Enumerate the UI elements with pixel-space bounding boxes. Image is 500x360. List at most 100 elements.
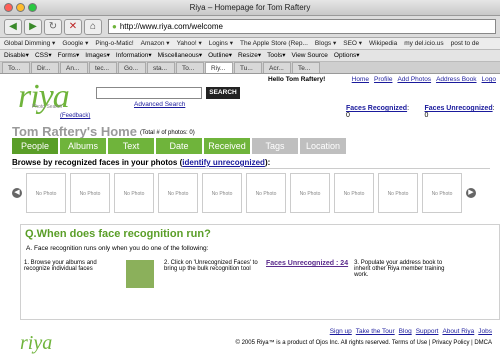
- browser-tab[interactable]: An...: [60, 62, 88, 73]
- faces-unrecognized-link[interactable]: Faces Unrecognized: [425, 105, 493, 112]
- bookmark-item[interactable]: The Apple Store (Rep...: [240, 38, 308, 49]
- faq-question: Q.When does face recognition run?: [25, 228, 211, 240]
- browser-tab[interactable]: tec...: [89, 62, 117, 73]
- bookmark-item[interactable]: post to de: [451, 38, 480, 49]
- toolbar-item[interactable]: Forms▾: [58, 50, 80, 61]
- tour-link[interactable]: Take the Tour: [356, 328, 395, 335]
- toolbar-item[interactable]: Tools▾: [267, 50, 285, 61]
- home-button[interactable]: ⌂: [84, 18, 102, 35]
- toolbar-item[interactable]: Images▾: [85, 50, 110, 61]
- photo-placeholder[interactable]: No Photo: [114, 172, 154, 213]
- add-photos-link[interactable]: Add Photos: [397, 76, 431, 83]
- bookmark-item[interactable]: Global Dimming ▾: [4, 38, 55, 49]
- browser-tab[interactable]: sta...: [147, 62, 175, 73]
- photo-placeholder[interactable]: No Photo: [246, 172, 286, 213]
- address-bar[interactable]: ● http://www.riya.com/welcome: [108, 19, 496, 34]
- minimize-icon[interactable]: [16, 3, 25, 12]
- browser-tab[interactable]: Go...: [118, 62, 146, 73]
- about-link[interactable]: About Riya: [442, 328, 474, 335]
- profile-link[interactable]: Profile: [374, 76, 392, 83]
- photo-placeholder[interactable]: No Photo: [290, 172, 330, 213]
- faq-steps: 1. Browse your albums and recognize indi…: [24, 260, 450, 288]
- tab-location[interactable]: Location: [300, 138, 346, 154]
- jobs-link[interactable]: Jobs: [478, 328, 492, 335]
- browser-tab[interactable]: To...: [176, 62, 204, 73]
- stop-button[interactable]: ✕: [64, 18, 82, 35]
- feedback-link[interactable]: (Feedback): [60, 113, 90, 119]
- support-link[interactable]: Support: [416, 328, 439, 335]
- logo-tagline: Photo Search: [32, 104, 63, 110]
- baby-photo-thumbnail: [126, 260, 154, 288]
- riya-logo[interactable]: riya: [18, 78, 70, 116]
- advanced-search-link[interactable]: Advanced Search: [134, 101, 185, 108]
- search-input[interactable]: [96, 87, 202, 99]
- back-button[interactable]: ◀: [4, 18, 22, 35]
- bookmark-item[interactable]: Logins ▾: [209, 38, 233, 49]
- bookmark-item[interactable]: Wikipedia: [369, 38, 397, 49]
- toolbar-item[interactable]: Outline▾: [208, 50, 232, 61]
- browser-tab-active[interactable]: Riy...: [205, 62, 233, 73]
- photo-placeholder[interactable]: No Photo: [334, 172, 374, 213]
- bookmark-item[interactable]: Yahoo! ▾: [177, 38, 202, 49]
- photo-strip: ◀ No Photo No Photo No Photo No Photo No…: [12, 168, 490, 216]
- toolbar-item[interactable]: Miscellaneous▾: [158, 50, 202, 61]
- tab-received[interactable]: Received: [204, 138, 250, 154]
- identify-unrecognized-link[interactable]: identify unrecognized: [182, 158, 265, 167]
- reload-button[interactable]: ↻: [44, 18, 62, 35]
- greeting: Hello Tom Raftery!: [268, 76, 326, 83]
- top-links: Home Profile Add Photos Address Book Log…: [352, 76, 496, 83]
- zoom-icon[interactable]: [28, 3, 37, 12]
- photo-placeholder[interactable]: No Photo: [70, 172, 110, 213]
- blog-link[interactable]: Blog: [399, 328, 412, 335]
- bookmark-item[interactable]: SEO ▾: [343, 38, 362, 49]
- browser-tab[interactable]: Acr...: [263, 62, 291, 73]
- logout-link[interactable]: Logo: [482, 76, 496, 83]
- photo-placeholder[interactable]: No Photo: [202, 172, 242, 213]
- window-controls[interactable]: [4, 3, 37, 12]
- photo-placeholder[interactable]: No Photo: [158, 172, 198, 213]
- footer-logo: riya: [20, 332, 53, 354]
- bookmark-item[interactable]: Google ▾: [62, 38, 88, 49]
- signup-link[interactable]: Sign up: [330, 328, 352, 335]
- photo-placeholder[interactable]: No Photo: [422, 172, 462, 213]
- faq-answer: A. Face recognition runs only when you d…: [26, 245, 209, 252]
- faq-step-2: 2. Click on 'Unrecognized Faces' to brin…: [164, 260, 258, 272]
- bookmark-item[interactable]: Blogs ▾: [315, 38, 336, 49]
- toolbar-item[interactable]: CSS▾: [35, 50, 52, 61]
- forward-button[interactable]: ▶: [24, 18, 42, 35]
- toolbar-item[interactable]: Disable▾: [4, 50, 29, 61]
- browser-tab[interactable]: Te...: [292, 62, 320, 73]
- browser-tab[interactable]: Tu...: [234, 62, 262, 73]
- bookmark-item[interactable]: Amazon ▾: [141, 38, 170, 49]
- tab-albums[interactable]: Albums: [60, 138, 106, 154]
- bookmark-item[interactable]: my del.icio.us: [404, 38, 443, 49]
- copyright: © 2005 Riya™ is a product of Ojos Inc. A…: [235, 340, 492, 346]
- photo-placeholder[interactable]: No Photo: [378, 172, 418, 213]
- window-title: Riya – Homepage for Tom Raftery: [189, 3, 311, 12]
- tab-date[interactable]: Date: [156, 138, 202, 154]
- footer-links: Sign up Take the Tour Blog Support About…: [330, 328, 492, 335]
- tab-text[interactable]: Text: [108, 138, 154, 154]
- toolbar-item[interactable]: View Source: [292, 50, 328, 61]
- toolbar-item[interactable]: Resize▾: [238, 50, 261, 61]
- browser-tab[interactable]: Dir...: [31, 62, 59, 73]
- close-icon[interactable]: [4, 3, 13, 12]
- home-link[interactable]: Home: [352, 76, 369, 83]
- url-text: http://www.riya.com/welcome: [119, 22, 223, 31]
- faq-box: Q.When does face recognition run? A. Fac…: [20, 224, 500, 320]
- next-arrow-icon[interactable]: ▶: [466, 187, 476, 198]
- search-button[interactable]: SEARCH: [206, 87, 240, 99]
- toolbar-item[interactable]: Options▾: [334, 50, 360, 61]
- bookmark-item[interactable]: Ping-o-Matic!: [95, 38, 133, 49]
- prev-arrow-icon[interactable]: ◀: [12, 187, 22, 198]
- tab-tags[interactable]: Tags: [252, 138, 298, 154]
- toolbar-item[interactable]: Information▾: [116, 50, 152, 61]
- faq-step-1: 1. Browse your albums and recognize indi…: [24, 260, 97, 272]
- photo-placeholder[interactable]: No Photo: [26, 172, 66, 213]
- browser-tab[interactable]: To...: [2, 62, 30, 73]
- faces-recognized-link[interactable]: Faces Recognized: [346, 105, 407, 112]
- browse-text: Browse by recognized faces in your photo…: [12, 158, 183, 167]
- address-book-link[interactable]: Address Book: [436, 76, 476, 83]
- tab-people[interactable]: People: [12, 138, 58, 154]
- face-counts: Faces Recognized: 0 Faces Unrecognized: …: [346, 105, 500, 119]
